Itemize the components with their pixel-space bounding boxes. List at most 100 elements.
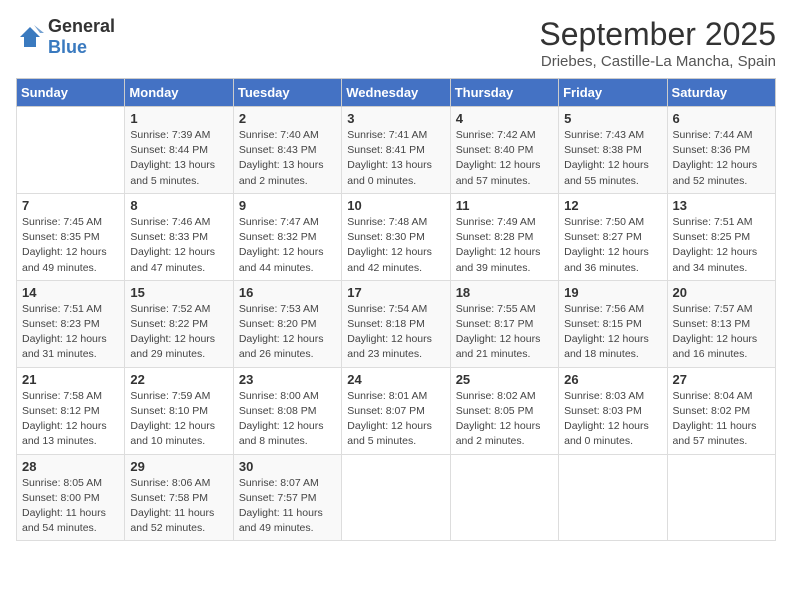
- calendar-cell: [17, 107, 125, 194]
- day-info: Sunrise: 7:48 AM Sunset: 8:30 PM Dayligh…: [347, 215, 444, 276]
- day-number: 1: [130, 111, 227, 126]
- day-info: Sunrise: 7:39 AM Sunset: 8:44 PM Dayligh…: [130, 128, 227, 189]
- calendar-cell: 4Sunrise: 7:42 AM Sunset: 8:40 PM Daylig…: [450, 107, 558, 194]
- day-number: 7: [22, 198, 119, 213]
- calendar-cell: 26 Sunrise: 8:03 AM Sunset: 8:03 PM Dayli…: [559, 367, 667, 454]
- week-row-5: 28 Sunrise: 8:05 AM Sunset: 8:00 PM Dayli…: [17, 454, 776, 541]
- day-info: Sunrise: 7:56 AM Sunset: 8:15 PM Dayligh…: [564, 302, 661, 363]
- day-number: 27: [673, 372, 770, 387]
- calendar-cell: 6Sunrise: 7:44 AM Sunset: 8:36 PM Daylig…: [667, 107, 775, 194]
- day-number: 13: [673, 198, 770, 213]
- day-number: 9: [239, 198, 336, 213]
- header-cell-sunday: Sunday: [17, 79, 125, 107]
- day-info: Sunrise: 7:52 AM Sunset: 8:22 PM Dayligh…: [130, 302, 227, 363]
- day-info: Sunrise: 8:05 AM Sunset: 8:00 PM Dayligh…: [22, 476, 119, 537]
- day-info: Sunrise: 7:44 AM Sunset: 8:36 PM Dayligh…: [673, 128, 770, 189]
- day-number: 15: [130, 285, 227, 300]
- day-number: 17: [347, 285, 444, 300]
- day-number: 21: [22, 372, 119, 387]
- calendar-table: SundayMondayTuesdayWednesdayThursdayFrid…: [16, 78, 776, 541]
- calendar-cell: 13 Sunrise: 7:51 AM Sunset: 8:25 PM Dayli…: [667, 193, 775, 280]
- title-area: September 2025 Driebes, Castille-La Manc…: [539, 16, 776, 70]
- day-info: Sunrise: 7:58 AM Sunset: 8:12 PM Dayligh…: [22, 389, 119, 450]
- day-number: 29: [130, 459, 227, 474]
- day-number: 16: [239, 285, 336, 300]
- calendar-cell: [450, 454, 558, 541]
- calendar-cell: 8 Sunrise: 7:46 AM Sunset: 8:33 PM Daylig…: [125, 193, 233, 280]
- header-cell-tuesday: Tuesday: [233, 79, 341, 107]
- calendar-cell: 28 Sunrise: 8:05 AM Sunset: 8:00 PM Dayli…: [17, 454, 125, 541]
- day-info: Sunrise: 7:57 AM Sunset: 8:13 PM Dayligh…: [673, 302, 770, 363]
- calendar-cell: 22 Sunrise: 7:59 AM Sunset: 8:10 PM Dayli…: [125, 367, 233, 454]
- logo-general: General: [48, 16, 115, 36]
- day-number: 24: [347, 372, 444, 387]
- day-info: Sunrise: 8:01 AM Sunset: 8:07 PM Dayligh…: [347, 389, 444, 450]
- day-number: 19: [564, 285, 661, 300]
- calendar-cell: 29 Sunrise: 8:06 AM Sunset: 7:58 PM Dayli…: [125, 454, 233, 541]
- header-cell-thursday: Thursday: [450, 79, 558, 107]
- calendar-cell: [667, 454, 775, 541]
- calendar-cell: 3 Sunrise: 7:41 AM Sunset: 8:41 PM Daylig…: [342, 107, 450, 194]
- day-info: Sunrise: 7:47 AM Sunset: 8:32 PM Dayligh…: [239, 215, 336, 276]
- day-info: Sunrise: 8:03 AM Sunset: 8:03 PM Dayligh…: [564, 389, 661, 450]
- day-info: Sunrise: 8:00 AM Sunset: 8:08 PM Dayligh…: [239, 389, 336, 450]
- calendar-cell: 24 Sunrise: 8:01 AM Sunset: 8:07 PM Dayli…: [342, 367, 450, 454]
- calendar-cell: 12Sunrise: 7:50 AM Sunset: 8:27 PM Dayli…: [559, 193, 667, 280]
- calendar-cell: 1 Sunrise: 7:39 AM Sunset: 8:44 PM Daylig…: [125, 107, 233, 194]
- day-info: Sunrise: 7:51 AM Sunset: 8:25 PM Dayligh…: [673, 215, 770, 276]
- header-cell-wednesday: Wednesday: [342, 79, 450, 107]
- calendar-cell: [342, 454, 450, 541]
- calendar-title: September 2025: [539, 16, 776, 53]
- calendar-cell: 23 Sunrise: 8:00 AM Sunset: 8:08 PM Dayli…: [233, 367, 341, 454]
- day-info: Sunrise: 7:59 AM Sunset: 8:10 PM Dayligh…: [130, 389, 227, 450]
- calendar-cell: 7 Sunrise: 7:45 AM Sunset: 8:35 PM Daylig…: [17, 193, 125, 280]
- calendar-cell: 5Sunrise: 7:43 AM Sunset: 8:38 PM Daylig…: [559, 107, 667, 194]
- week-row-3: 14 Sunrise: 7:51 AM Sunset: 8:23 PM Dayli…: [17, 280, 776, 367]
- day-info: Sunrise: 8:06 AM Sunset: 7:58 PM Dayligh…: [130, 476, 227, 537]
- day-info: Sunrise: 7:41 AM Sunset: 8:41 PM Dayligh…: [347, 128, 444, 189]
- calendar-cell: 11 Sunrise: 7:49 AM Sunset: 8:28 PM Dayli…: [450, 193, 558, 280]
- day-info: Sunrise: 7:53 AM Sunset: 8:20 PM Dayligh…: [239, 302, 336, 363]
- day-number: 5: [564, 111, 661, 126]
- day-info: Sunrise: 7:45 AM Sunset: 8:35 PM Dayligh…: [22, 215, 119, 276]
- day-info: Sunrise: 8:07 AM Sunset: 7:57 PM Dayligh…: [239, 476, 336, 537]
- day-number: 30: [239, 459, 336, 474]
- day-number: 14: [22, 285, 119, 300]
- day-number: 26: [564, 372, 661, 387]
- day-number: 4: [456, 111, 553, 126]
- logo: General Blue: [16, 16, 115, 58]
- day-info: Sunrise: 7:54 AM Sunset: 8:18 PM Dayligh…: [347, 302, 444, 363]
- day-number: 3: [347, 111, 444, 126]
- header-cell-monday: Monday: [125, 79, 233, 107]
- header: General Blue September 2025 Driebes, Cas…: [16, 16, 776, 70]
- week-row-4: 21 Sunrise: 7:58 AM Sunset: 8:12 PM Dayli…: [17, 367, 776, 454]
- calendar-cell: 15 Sunrise: 7:52 AM Sunset: 8:22 PM Dayli…: [125, 280, 233, 367]
- week-row-2: 7 Sunrise: 7:45 AM Sunset: 8:35 PM Daylig…: [17, 193, 776, 280]
- calendar-cell: 10Sunrise: 7:48 AM Sunset: 8:30 PM Dayli…: [342, 193, 450, 280]
- calendar-cell: 30 Sunrise: 8:07 AM Sunset: 7:57 PM Dayli…: [233, 454, 341, 541]
- calendar-cell: 20 Sunrise: 7:57 AM Sunset: 8:13 PM Dayli…: [667, 280, 775, 367]
- day-info: Sunrise: 8:04 AM Sunset: 8:02 PM Dayligh…: [673, 389, 770, 450]
- day-number: 25: [456, 372, 553, 387]
- day-info: Sunrise: 7:55 AM Sunset: 8:17 PM Dayligh…: [456, 302, 553, 363]
- day-number: 23: [239, 372, 336, 387]
- day-info: Sunrise: 7:49 AM Sunset: 8:28 PM Dayligh…: [456, 215, 553, 276]
- calendar-cell: 19 Sunrise: 7:56 AM Sunset: 8:15 PM Dayli…: [559, 280, 667, 367]
- day-number: 28: [22, 459, 119, 474]
- day-info: Sunrise: 7:46 AM Sunset: 8:33 PM Dayligh…: [130, 215, 227, 276]
- logo-icon: [16, 23, 44, 51]
- day-number: 8: [130, 198, 227, 213]
- calendar-cell: 17 Sunrise: 7:54 AM Sunset: 8:18 PM Dayli…: [342, 280, 450, 367]
- header-cell-friday: Friday: [559, 79, 667, 107]
- calendar-cell: 9 Sunrise: 7:47 AM Sunset: 8:32 PM Daylig…: [233, 193, 341, 280]
- day-info: Sunrise: 8:02 AM Sunset: 8:05 PM Dayligh…: [456, 389, 553, 450]
- logo-blue: Blue: [48, 37, 87, 57]
- day-info: Sunrise: 7:40 AM Sunset: 8:43 PM Dayligh…: [239, 128, 336, 189]
- calendar-cell: 25 Sunrise: 8:02 AM Sunset: 8:05 PM Dayli…: [450, 367, 558, 454]
- week-row-1: 1 Sunrise: 7:39 AM Sunset: 8:44 PM Daylig…: [17, 107, 776, 194]
- calendar-cell: 16 Sunrise: 7:53 AM Sunset: 8:20 PM Dayli…: [233, 280, 341, 367]
- day-number: 20: [673, 285, 770, 300]
- day-info: Sunrise: 7:51 AM Sunset: 8:23 PM Dayligh…: [22, 302, 119, 363]
- day-number: 11: [456, 198, 553, 213]
- day-number: 22: [130, 372, 227, 387]
